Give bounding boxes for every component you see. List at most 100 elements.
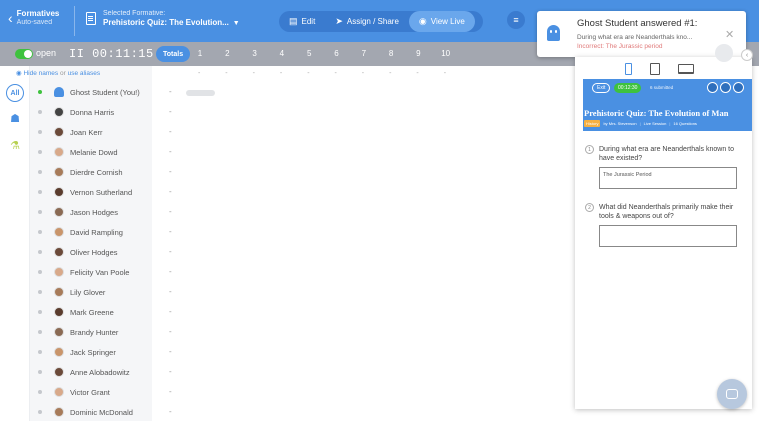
teacher-name: by Mrs. Stevenson bbox=[603, 121, 637, 126]
chat-icon bbox=[726, 389, 738, 399]
caret-down-icon: ▼ bbox=[232, 20, 240, 27]
hide-names-link[interactable]: Hide names bbox=[23, 70, 58, 77]
student-row[interactable]: Vernon Sutherland bbox=[30, 182, 152, 202]
ghost-icon bbox=[547, 25, 560, 41]
meta-separator: | bbox=[639, 121, 641, 126]
offline-status-dot bbox=[38, 270, 42, 274]
offline-status-dot bbox=[38, 130, 42, 134]
chat-button[interactable] bbox=[717, 379, 747, 409]
avatar bbox=[54, 227, 64, 237]
preview-question-2: 2 What did Neanderthals primarily make t… bbox=[585, 203, 741, 251]
avatar bbox=[54, 347, 64, 357]
response-placeholder bbox=[186, 90, 215, 96]
session-timer[interactable]: II 00:11:15 bbox=[69, 47, 154, 61]
filter-icon: ≡ bbox=[513, 15, 519, 25]
preview-question-1: 1 During what era are Neanderthals known… bbox=[585, 145, 741, 193]
column-dash: - bbox=[334, 70, 337, 77]
student-name: Mark Greene bbox=[70, 307, 114, 317]
offline-status-dot bbox=[38, 190, 42, 194]
column-dash: - bbox=[279, 70, 283, 77]
filter-button[interactable]: ≡ bbox=[507, 11, 525, 29]
edit-icon: ▤ bbox=[289, 16, 298, 26]
filter-all-button[interactable]: All bbox=[6, 84, 24, 102]
student-row[interactable]: Dominic McDonald bbox=[30, 402, 152, 422]
laptop-icon[interactable] bbox=[678, 63, 694, 74]
avatar bbox=[54, 367, 64, 377]
row-score: - bbox=[169, 167, 172, 176]
offline-status-dot bbox=[38, 370, 42, 374]
totals-button[interactable]: Totals bbox=[156, 46, 191, 62]
tab-assign-share[interactable]: ➤ Assign / Share bbox=[325, 11, 409, 32]
formative-selector[interactable]: Selected Formative: Prehistoric Quiz: Th… bbox=[86, 10, 240, 27]
student-name: Dominic McDonald bbox=[70, 407, 133, 417]
document-icon bbox=[86, 12, 96, 25]
student-row[interactable]: Joan Kerr bbox=[30, 122, 152, 142]
header-divider bbox=[74, 6, 75, 36]
tab-view-live[interactable]: ◉ View Live bbox=[408, 11, 475, 32]
student-row[interactable]: Lily Glover bbox=[30, 282, 152, 302]
question-tab[interactable]: 7 bbox=[356, 49, 372, 58]
exit-button[interactable]: Exit bbox=[592, 83, 611, 93]
answer-field[interactable]: The Jurassic Period bbox=[599, 167, 737, 189]
row-score: - bbox=[169, 187, 172, 196]
avatar bbox=[54, 267, 64, 277]
question-tab[interactable]: 3 bbox=[247, 49, 263, 58]
offline-status-dot bbox=[38, 170, 42, 174]
open-toggle[interactable] bbox=[15, 49, 33, 59]
phone-icon[interactable] bbox=[625, 62, 632, 75]
tablet-icon[interactable] bbox=[650, 62, 660, 75]
back-button[interactable]: ‹ Formatives Auto-saved bbox=[8, 9, 59, 26]
question-tab[interactable]: 4 bbox=[274, 49, 290, 58]
tab-edit[interactable]: ▤ Edit bbox=[279, 11, 325, 32]
question-tab[interactable]: 1 bbox=[192, 49, 208, 58]
avatar bbox=[54, 327, 64, 337]
close-icon[interactable]: ✕ bbox=[725, 28, 734, 41]
student-row[interactable]: Donna Harris bbox=[30, 102, 152, 122]
student-row[interactable]: Melanie Dowd bbox=[30, 142, 152, 162]
student-row[interactable]: Dierdre Cornish bbox=[30, 162, 152, 182]
student-row[interactable]: Brandy Hunter bbox=[30, 322, 152, 342]
question-tab[interactable]: 9 bbox=[410, 49, 426, 58]
offline-status-dot bbox=[38, 210, 42, 214]
help-icon[interactable] bbox=[733, 82, 744, 93]
question-tab[interactable]: 5 bbox=[301, 49, 317, 58]
hand-icon[interactable] bbox=[707, 82, 718, 93]
column-dash: - bbox=[361, 70, 365, 77]
left-nav: All ☗ ⚗ bbox=[0, 66, 30, 421]
question-tab[interactable]: 10 bbox=[438, 49, 454, 58]
answer-field[interactable] bbox=[599, 225, 737, 247]
row-score: - bbox=[169, 247, 172, 256]
row-score: - bbox=[169, 327, 172, 336]
row-score: - bbox=[169, 227, 172, 236]
ghost-icon[interactable]: ☗ bbox=[6, 109, 24, 127]
column-dash: - bbox=[443, 70, 447, 77]
chat-icon[interactable] bbox=[720, 82, 731, 93]
row-score: - bbox=[169, 307, 172, 316]
student-row[interactable]: Jack Springer bbox=[30, 342, 152, 362]
question-tab[interactable]: 8 bbox=[383, 49, 399, 58]
offline-status-dot bbox=[38, 250, 42, 254]
row-score: - bbox=[169, 387, 172, 396]
student-row[interactable]: Jason Hodges bbox=[30, 202, 152, 222]
tab-view-live-label: View Live bbox=[430, 17, 465, 26]
student-row[interactable]: Felicity Van Poole bbox=[30, 262, 152, 282]
student-row[interactable]: Oliver Hodges bbox=[30, 242, 152, 262]
student-row[interactable]: Mark Greene bbox=[30, 302, 152, 322]
flask-icon[interactable]: ⚗ bbox=[6, 136, 24, 154]
student-row[interactable]: Anne Alobadowitz bbox=[30, 362, 152, 382]
avatar bbox=[54, 247, 64, 257]
student-row[interactable]: Victor Grant bbox=[30, 382, 152, 402]
tab-assign-label: Assign / Share bbox=[346, 17, 399, 26]
student-name: Ghost Student (You!) bbox=[70, 87, 140, 97]
student-row[interactable]: David Rampling bbox=[30, 222, 152, 242]
student-name: Lily Glover bbox=[70, 287, 106, 297]
offline-status-dot bbox=[38, 310, 42, 314]
avatar bbox=[54, 147, 64, 157]
subject-badge: History bbox=[584, 120, 601, 127]
avatar bbox=[54, 407, 64, 417]
selected-formative-name: Prehistoric Quiz: The Evolution... bbox=[103, 18, 229, 27]
question-tab[interactable]: 2 bbox=[219, 49, 235, 58]
use-aliases-link[interactable]: use aliases bbox=[68, 70, 101, 77]
student-row[interactable]: Ghost Student (You!) bbox=[30, 82, 152, 102]
question-tab[interactable]: 6 bbox=[329, 49, 345, 58]
